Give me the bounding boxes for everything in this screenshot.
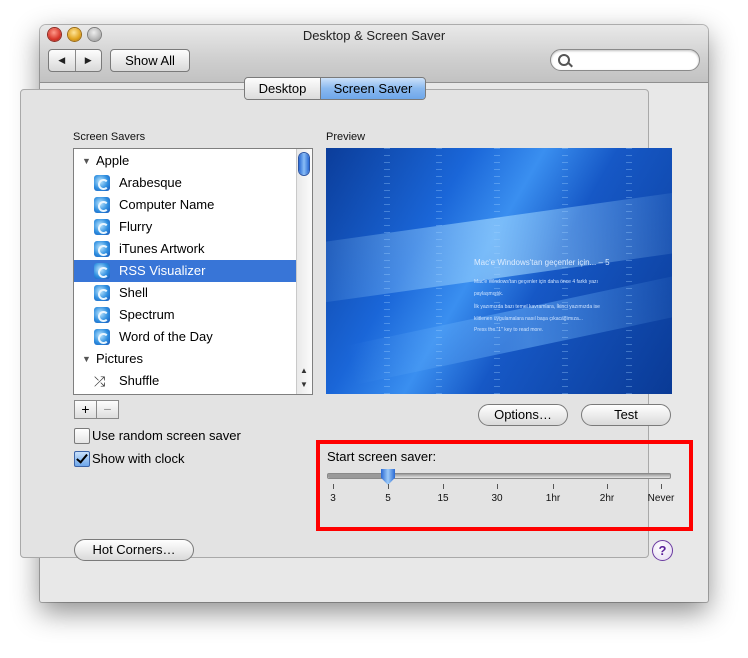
screensaver-icon: [94, 219, 110, 235]
preview-line: İlk yazımızda bazı temel kavramlara, İki…: [474, 304, 600, 310]
preview-line: Press the "1" key to read more.: [474, 327, 544, 333]
tab-segmented-control: Desktop Screen Saver: [244, 77, 426, 100]
tick-label-15: 15: [437, 493, 449, 504]
start-screen-saver-label: Start screen saver:: [327, 449, 437, 464]
slider-tick: [607, 484, 608, 489]
slider-tick: [497, 484, 498, 489]
list-group-pictures[interactable]: ▼ Pictures: [74, 348, 296, 370]
screensaver-icon: [94, 329, 110, 345]
start-saver-slider-track[interactable]: [327, 473, 671, 479]
tick-label-2hr: 2hr: [599, 493, 615, 504]
list-item-word-of-the-day[interactable]: Word of the Day: [74, 326, 296, 348]
tick-label-never: Never: [647, 493, 675, 504]
search-icon: [558, 54, 570, 66]
list-item-itunes-artwork[interactable]: iTunes Artwork: [74, 238, 296, 260]
list-item-computer-name[interactable]: Computer Name: [74, 194, 296, 216]
disclosure-triangle-icon[interactable]: ▼: [82, 150, 91, 172]
screensaver-icon: [94, 197, 110, 213]
title-bar: Desktop & Screen Saver ◀ ▶ Show All: [40, 25, 708, 83]
random-screen-saver-checkbox[interactable]: [74, 428, 90, 444]
show-all-button[interactable]: Show All: [110, 49, 190, 72]
screensaver-icon: [94, 307, 110, 323]
show-with-clock-checkbox[interactable]: [74, 451, 90, 467]
slider-tick: [553, 484, 554, 489]
preview-article-title: Mac'e Windows'tan geçenler için... – 5: [474, 258, 610, 267]
list-item-arabesque[interactable]: Arabesque: [74, 172, 296, 194]
tab-desktop[interactable]: Desktop: [245, 78, 321, 99]
tick-label-5: 5: [385, 493, 391, 504]
forward-button[interactable]: ▶: [76, 50, 102, 71]
list-group-apple[interactable]: ▼ Apple: [74, 150, 296, 172]
random-screen-saver-label: Use random screen saver: [92, 428, 241, 443]
preview-line: Mac'e Windows'tan geçenler için daha önc…: [474, 279, 598, 285]
list-scrollbar[interactable]: ▲ ▼: [296, 149, 312, 394]
preview-line: klitlenen uygulamalara nasıl başa çıkaca…: [474, 316, 583, 322]
options-button[interactable]: Options…: [478, 404, 568, 426]
screensaver-icon: [94, 263, 110, 279]
hot-corners-button[interactable]: Hot Corners…: [74, 539, 194, 561]
list-item-rss-visualizer[interactable]: RSS Visualizer: [74, 260, 296, 282]
shuffle-icon: ⤮: [94, 373, 106, 389]
help-icon[interactable]: ?: [652, 540, 673, 561]
tick-label-30: 30: [491, 493, 503, 504]
screen-saver-list[interactable]: ▼ Apple Arabesque Computer Name Flurry i…: [73, 148, 313, 395]
list-item-spectrum[interactable]: Spectrum: [74, 304, 296, 326]
tab-screen-saver[interactable]: Screen Saver: [321, 78, 425, 99]
slider-tick: [661, 484, 662, 489]
scroll-up-arrow-icon[interactable]: ▲: [300, 366, 308, 375]
slider-tick: [443, 484, 444, 489]
screen-saver-preview: Mac'e Windows'tan geçenler için... – 5 M…: [326, 148, 672, 394]
preview-header: Preview: [326, 131, 366, 143]
screensaver-icon: [94, 241, 110, 257]
remove-button[interactable]: −: [97, 400, 119, 419]
scroll-down-arrow-icon[interactable]: ▼: [300, 380, 308, 389]
add-remove-buttons: + −: [74, 400, 119, 419]
slider-tick: [333, 484, 334, 489]
test-button[interactable]: Test: [581, 404, 671, 426]
search-field[interactable]: [550, 49, 700, 71]
slider-tick: [388, 484, 389, 489]
scrollbar-thumb[interactable]: [299, 153, 309, 175]
screensaver-icon: [94, 175, 110, 191]
nav-buttons: ◀ ▶: [48, 49, 102, 72]
tick-label-1hr: 1hr: [545, 493, 561, 504]
tick-label-3: 3: [330, 493, 336, 504]
list-item-shuffle[interactable]: ⤮ Shuffle: [74, 370, 296, 392]
window-title: Desktop & Screen Saver: [302, 28, 446, 43]
list-item-flurry[interactable]: Flurry: [74, 216, 296, 238]
show-with-clock-label: Show with clock: [92, 451, 185, 466]
add-button[interactable]: +: [74, 400, 97, 419]
preview-line: paylaşmıştık.: [474, 291, 504, 297]
screen-savers-header: Screen Savers: [73, 131, 146, 143]
screensaver-icon: [94, 285, 110, 301]
list-item-shell[interactable]: Shell: [74, 282, 296, 304]
back-button[interactable]: ◀: [49, 50, 76, 71]
disclosure-triangle-icon[interactable]: ▼: [82, 348, 91, 370]
